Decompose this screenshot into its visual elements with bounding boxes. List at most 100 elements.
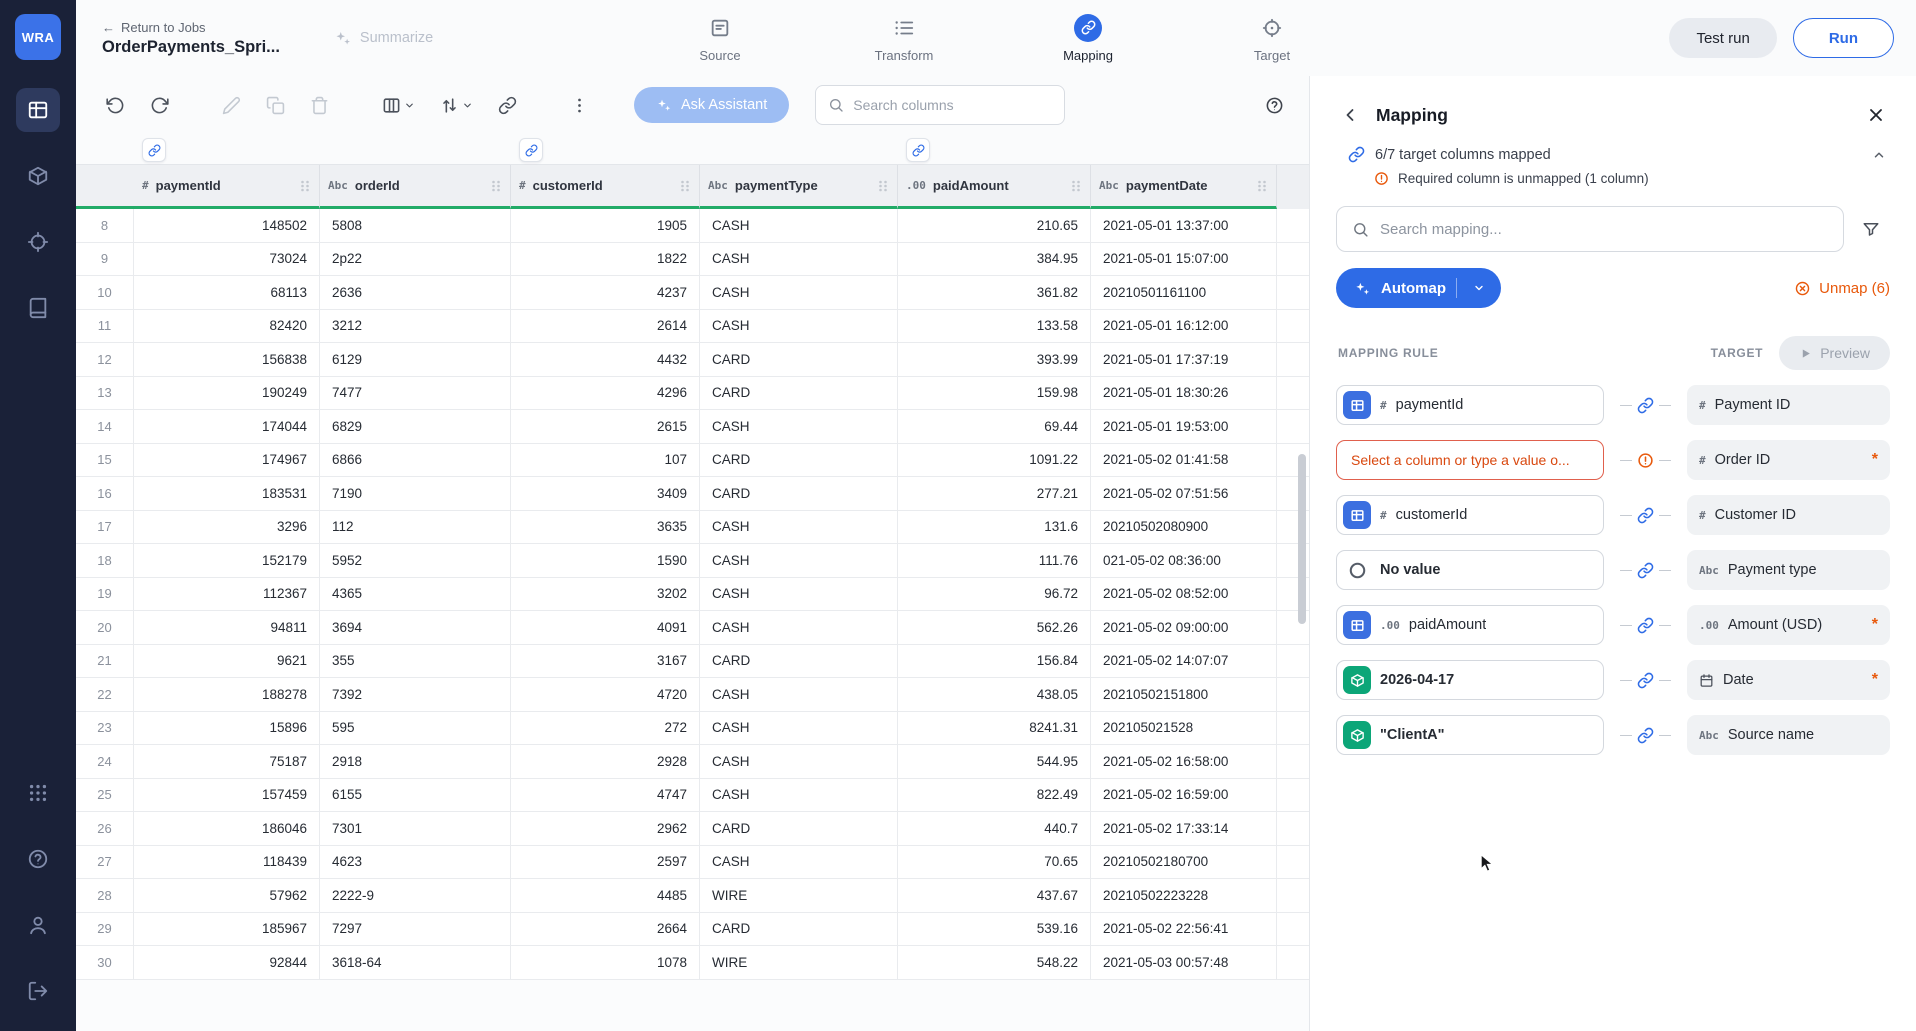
cell-orderId[interactable]: 6829	[320, 410, 511, 443]
mapping-target[interactable]: .00Amount (USD)*	[1687, 605, 1890, 645]
collapse-section-button[interactable]	[1872, 148, 1886, 162]
preview-button[interactable]: Preview	[1779, 336, 1890, 370]
cell-paidAmount[interactable]: 437.67	[898, 879, 1091, 912]
unmap-button[interactable]: Unmap (6)	[1794, 280, 1890, 297]
cell-paymentId[interactable]: 148502	[134, 209, 320, 242]
cell-orderId[interactable]: 5808	[320, 209, 511, 242]
cell-paymentDate[interactable]: 2021-05-03 00:57:48	[1091, 946, 1277, 979]
cell-paymentDate[interactable]: 2021-05-01 15:07:00	[1091, 243, 1277, 276]
cell-orderId[interactable]: 7190	[320, 477, 511, 510]
drag-handle-icon[interactable]	[490, 179, 502, 193]
cell-paymentType[interactable]: CASH	[700, 243, 898, 276]
cell-customerId[interactable]: 2615	[511, 410, 700, 443]
mapping-source-error[interactable]: Select a column or type a value o...	[1336, 440, 1604, 480]
cell-paymentDate[interactable]: 2021-05-01 16:12:00	[1091, 310, 1277, 343]
drag-handle-icon[interactable]	[679, 179, 691, 193]
test-run-button[interactable]: Test run	[1669, 18, 1776, 58]
drag-handle-icon[interactable]	[1070, 179, 1082, 193]
tab-target[interactable]: Target	[1230, 14, 1314, 63]
search-columns-input[interactable]	[853, 97, 1052, 113]
mapping-target[interactable]: AbcPayment type	[1687, 550, 1890, 590]
cell-customerId[interactable]: 4720	[511, 678, 700, 711]
cell-paymentType[interactable]: CARD	[700, 444, 898, 477]
mapping-source[interactable]: #customerId	[1336, 495, 1604, 535]
cell-paymentId[interactable]: 157459	[134, 779, 320, 812]
cell-paymentId[interactable]: 15896	[134, 712, 320, 745]
cell-orderId[interactable]: 7477	[320, 377, 511, 410]
cell-paidAmount[interactable]: 384.95	[898, 243, 1091, 276]
cell-customerId[interactable]: 4237	[511, 276, 700, 309]
cell-orderId[interactable]: 4623	[320, 846, 511, 879]
sidebar-item-profile[interactable]	[16, 903, 60, 947]
cell-paymentId[interactable]: 156838	[134, 343, 320, 376]
cell-paidAmount[interactable]: 544.95	[898, 745, 1091, 778]
cell-paymentType[interactable]: CARD	[700, 645, 898, 678]
drag-handle-icon[interactable]	[299, 179, 311, 193]
cell-paidAmount[interactable]: 277.21	[898, 477, 1091, 510]
cell-paymentId[interactable]: 183531	[134, 477, 320, 510]
cell-paidAmount[interactable]: 1091.22	[898, 444, 1091, 477]
cell-customerId[interactable]: 1590	[511, 544, 700, 577]
sidebar-item-targets[interactable]	[16, 220, 60, 264]
sidebar-item-docs[interactable]	[16, 286, 60, 330]
cell-customerId[interactable]: 3167	[511, 645, 700, 678]
cell-paymentType[interactable]: CASH	[700, 511, 898, 544]
cell-paidAmount[interactable]: 133.58	[898, 310, 1091, 343]
cell-orderId[interactable]: 7297	[320, 913, 511, 946]
sidebar-item-connections[interactable]	[16, 154, 60, 198]
cell-paymentType[interactable]: CASH	[700, 544, 898, 577]
cell-paymentId[interactable]: 118439	[134, 846, 320, 879]
tab-mapping[interactable]: Mapping	[1046, 14, 1130, 63]
cell-paymentId[interactable]: 92844	[134, 946, 320, 979]
cell-paymentDate[interactable]: 20210502223228	[1091, 879, 1277, 912]
cell-customerId[interactable]: 2664	[511, 913, 700, 946]
cell-paymentId[interactable]: 186046	[134, 812, 320, 845]
cell-customerId[interactable]: 1822	[511, 243, 700, 276]
cell-paymentType[interactable]: WIRE	[700, 879, 898, 912]
cell-paymentType[interactable]: CASH	[700, 209, 898, 242]
column-header-paidAmount[interactable]: .00paidAmount	[898, 165, 1091, 209]
cell-orderId[interactable]: 7301	[320, 812, 511, 845]
cell-paymentId[interactable]: 82420	[134, 310, 320, 343]
cell-paymentDate[interactable]: 20210501161100	[1091, 276, 1277, 309]
redo-button[interactable]	[142, 88, 176, 122]
cell-paymentDate[interactable]: 2021-05-02 01:41:58	[1091, 444, 1277, 477]
sidebar-item-editor[interactable]	[16, 88, 60, 132]
cell-paymentDate[interactable]: 2021-05-02 08:52:00	[1091, 578, 1277, 611]
sidebar-item-apps[interactable]	[16, 771, 60, 815]
cell-paymentId[interactable]: 9621	[134, 645, 320, 678]
column-header-paymentType[interactable]: AbcpaymentType	[700, 165, 898, 209]
edit-button[interactable]	[214, 88, 248, 122]
cell-paymentId[interactable]: 190249	[134, 377, 320, 410]
cell-orderId[interactable]: 2636	[320, 276, 511, 309]
cell-paymentId[interactable]: 188278	[134, 678, 320, 711]
cell-paidAmount[interactable]: 539.16	[898, 913, 1091, 946]
run-button[interactable]: Run	[1793, 18, 1894, 58]
cell-customerId[interactable]: 2614	[511, 310, 700, 343]
cell-customerId[interactable]: 4296	[511, 377, 700, 410]
cell-paidAmount[interactable]: 440.7	[898, 812, 1091, 845]
cell-paymentId[interactable]: 94811	[134, 611, 320, 644]
cell-paidAmount[interactable]: 8241.31	[898, 712, 1091, 745]
cell-paidAmount[interactable]: 210.65	[898, 209, 1091, 242]
cell-paymentId[interactable]: 3296	[134, 511, 320, 544]
cell-paymentType[interactable]: CASH	[700, 410, 898, 443]
mapping-target[interactable]: #Order ID*	[1687, 440, 1890, 480]
cell-orderId[interactable]: 355	[320, 645, 511, 678]
cell-paymentId[interactable]: 152179	[134, 544, 320, 577]
cell-orderId[interactable]: 5952	[320, 544, 511, 577]
cell-paymentType[interactable]: CASH	[700, 678, 898, 711]
cell-paymentDate[interactable]: 2021-05-02 16:59:00	[1091, 779, 1277, 812]
cell-paymentDate[interactable]: 021-05-02 08:36:00	[1091, 544, 1277, 577]
columns-menu-button[interactable]	[374, 88, 422, 122]
cell-paymentType[interactable]: CARD	[700, 477, 898, 510]
cell-orderId[interactable]: 112	[320, 511, 511, 544]
drag-handle-icon[interactable]	[1256, 179, 1268, 193]
column-header-orderId[interactable]: AbcorderId	[320, 165, 511, 209]
cell-paymentDate[interactable]: 2021-05-01 19:53:00	[1091, 410, 1277, 443]
return-to-jobs-link[interactable]: ← Return to Jobs	[102, 20, 280, 35]
cell-paidAmount[interactable]: 70.65	[898, 846, 1091, 879]
duplicate-button[interactable]	[258, 88, 292, 122]
sort-menu-button[interactable]	[432, 88, 480, 122]
cell-customerId[interactable]: 3409	[511, 477, 700, 510]
